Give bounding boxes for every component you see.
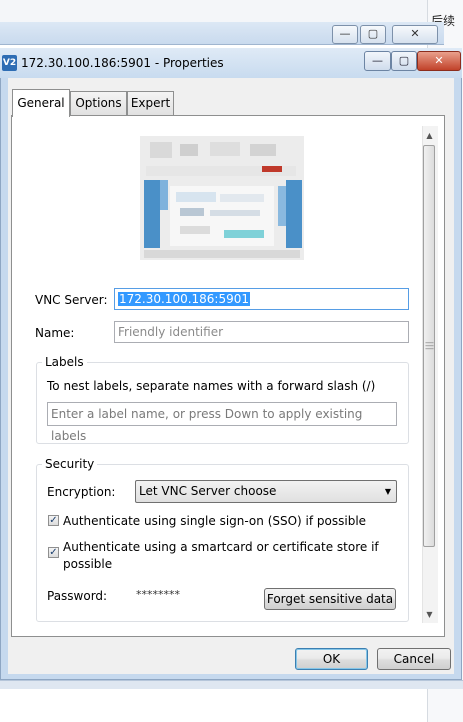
background-app-toolbar: [0, 0, 463, 23]
chevron-down-icon: ▼: [384, 487, 391, 496]
password-label: Password:: [47, 589, 108, 603]
encryption-value: Let VNC Server choose: [139, 484, 277, 498]
vnc-server-value: 172.30.100.186:5901: [118, 292, 251, 306]
sso-checkbox[interactable]: ✓: [48, 515, 59, 526]
restore-button[interactable]: ▢: [391, 51, 417, 71]
encryption-dropdown[interactable]: Let VNC Server choose ▼: [135, 480, 397, 503]
tab-general[interactable]: General: [12, 89, 70, 117]
cancel-button[interactable]: Cancel: [377, 648, 451, 670]
minimize-button[interactable]: —: [364, 51, 391, 71]
password-value: ********: [136, 588, 180, 601]
labels-hint: To nest labels, separate names with a fo…: [47, 379, 376, 393]
tab-expert[interactable]: Expert: [127, 91, 174, 115]
ok-button[interactable]: OK: [295, 648, 368, 670]
vnc-server-label: VNC Server:: [35, 293, 108, 307]
parent-minimize-button[interactable]: —: [332, 25, 358, 44]
encryption-label: Encryption:: [47, 485, 116, 499]
scroll-down-icon[interactable]: ▼: [422, 607, 437, 622]
close-button[interactable]: ✕: [417, 51, 461, 71]
name-input[interactable]: Friendly identifier: [114, 321, 409, 343]
scrollbar-grip-icon: — — —: [425, 338, 434, 354]
vnc-server-input[interactable]: 172.30.100.186:5901: [114, 288, 409, 310]
smartcard-label: Authenticate using a smartcard or certif…: [63, 540, 379, 571]
parent-restore-button[interactable]: ▢: [360, 25, 386, 44]
label-input[interactable]: Enter a label name, or press Down to app…: [47, 402, 397, 443]
security-group-title: Security: [42, 457, 98, 471]
background-window-edge: [0, 680, 463, 689]
desktop-thumbnail: [140, 136, 304, 260]
vnc-viewer-icon: V2: [2, 55, 17, 71]
dialog-title: 172.30.100.186:5901 - Properties: [21, 56, 224, 70]
sso-label: Authenticate using single sign-on (SSO) …: [63, 514, 367, 528]
smartcard-checkbox[interactable]: ✓: [48, 547, 59, 558]
tab-options[interactable]: Options: [70, 91, 127, 115]
labels-group-title: Labels: [42, 355, 87, 369]
forget-sensitive-data-button[interactable]: Forget sensitive data: [264, 588, 396, 610]
scroll-up-icon[interactable]: ▲: [422, 128, 437, 143]
name-label: Name:: [35, 326, 75, 340]
parent-close-button[interactable]: ✕: [392, 25, 438, 44]
